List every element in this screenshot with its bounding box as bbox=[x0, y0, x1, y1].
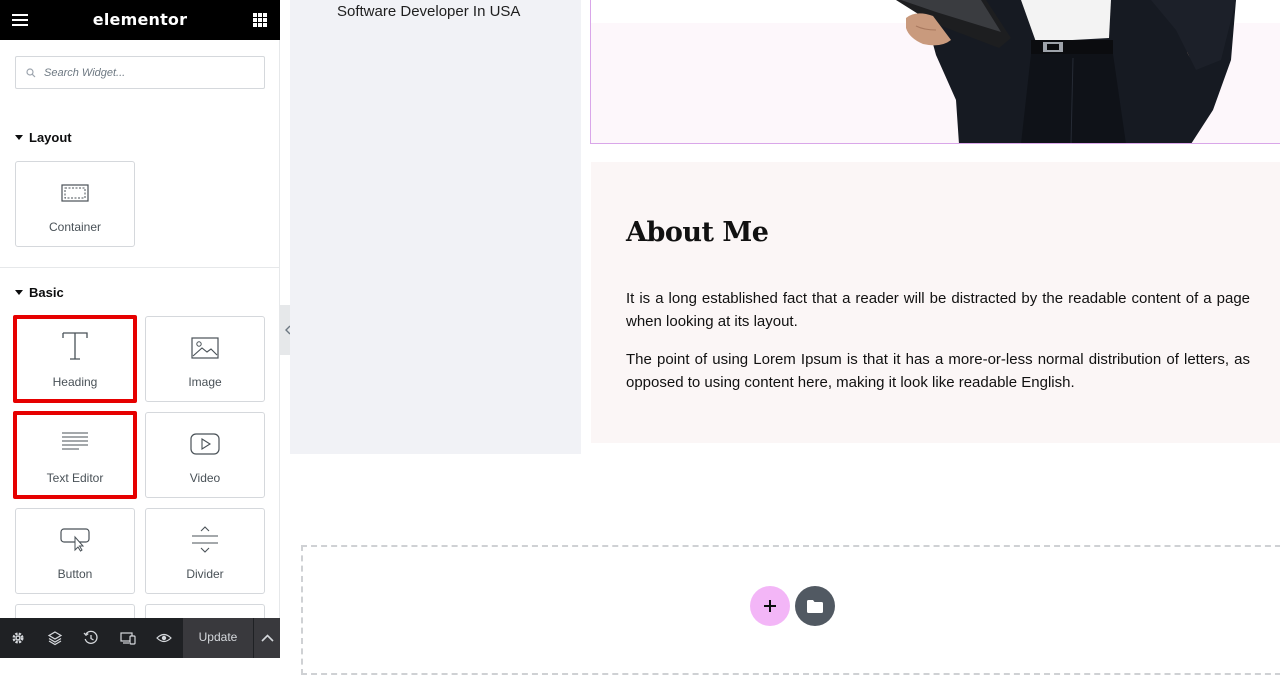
search-input[interactable] bbox=[44, 64, 254, 82]
container-icon bbox=[16, 178, 134, 208]
widget-label: Heading bbox=[52, 375, 98, 389]
settings-icon[interactable] bbox=[10, 630, 26, 646]
panel-footer: Update bbox=[0, 618, 280, 658]
basic-section-title: Basic bbox=[29, 285, 64, 300]
widget-text-editor[interactable]: Text Editor bbox=[13, 411, 137, 499]
about-paragraph: It is a long established fact that a rea… bbox=[626, 290, 1250, 330]
basic-section-toggle[interactable]: Basic bbox=[15, 285, 64, 300]
widgets-grid-icon[interactable] bbox=[253, 13, 267, 27]
widget-image[interactable]: Image bbox=[145, 316, 265, 402]
section-divider bbox=[0, 267, 280, 268]
layout-section-toggle[interactable]: Layout bbox=[15, 130, 72, 145]
image-icon bbox=[146, 333, 264, 363]
businessman-photo bbox=[896, 0, 1236, 143]
plus-icon bbox=[764, 600, 776, 612]
add-template-button[interactable] bbox=[795, 586, 835, 626]
profile-subtitle: Software Developer In USA bbox=[337, 3, 521, 20]
widget-label: Video bbox=[189, 471, 221, 485]
about-heading: About Me bbox=[626, 217, 769, 248]
preview-icon[interactable] bbox=[156, 630, 172, 646]
widget-label: Divider bbox=[186, 567, 224, 581]
about-paragraph: The point of using Lorem Ipsum is that i… bbox=[626, 351, 1250, 391]
folder-icon bbox=[807, 599, 823, 613]
widget-heading[interactable]: Heading bbox=[13, 315, 137, 403]
widget-label: Image bbox=[188, 375, 222, 389]
widget-next-row[interactable] bbox=[15, 604, 135, 618]
add-section-button[interactable] bbox=[750, 586, 790, 626]
widget-panel: elementor Layout Container Basic bbox=[0, 0, 280, 658]
widget-video[interactable]: Video bbox=[145, 412, 265, 498]
widget-label: Container bbox=[48, 220, 102, 234]
heading-icon bbox=[17, 331, 133, 361]
widget-next-row[interactable] bbox=[145, 604, 265, 618]
search-icon bbox=[26, 68, 36, 78]
caret-down-icon bbox=[15, 290, 23, 295]
empty-section-dropzone[interactable] bbox=[301, 545, 1280, 675]
caret-down-icon bbox=[15, 135, 23, 140]
layers-icon[interactable] bbox=[47, 630, 63, 646]
profile-column[interactable]: Software Developer In USA bbox=[290, 0, 581, 454]
elementor-logo: elementor bbox=[92, 10, 188, 29]
divider-icon bbox=[146, 525, 264, 555]
button-icon bbox=[16, 525, 134, 555]
widget-button[interactable]: Button bbox=[15, 508, 135, 594]
about-section[interactable]: About Me It is a long established fact t… bbox=[591, 162, 1280, 443]
history-icon[interactable] bbox=[83, 630, 99, 646]
text-editor-icon bbox=[17, 427, 133, 457]
layout-section-title: Layout bbox=[29, 130, 72, 145]
widget-divider[interactable]: Divider bbox=[145, 508, 265, 594]
update-button[interactable]: Update bbox=[183, 618, 253, 658]
panel-header: elementor bbox=[0, 0, 280, 40]
search-widget-field bbox=[15, 56, 265, 89]
widget-label: Text Editor bbox=[46, 471, 104, 485]
video-icon bbox=[146, 429, 264, 459]
widget-container[interactable]: Container bbox=[15, 161, 135, 247]
chevron-up-icon bbox=[261, 634, 274, 642]
update-options-button[interactable] bbox=[253, 618, 280, 658]
hero-image-container[interactable] bbox=[590, 0, 1280, 144]
responsive-icon[interactable] bbox=[120, 630, 136, 646]
widget-label: Button bbox=[57, 567, 93, 581]
